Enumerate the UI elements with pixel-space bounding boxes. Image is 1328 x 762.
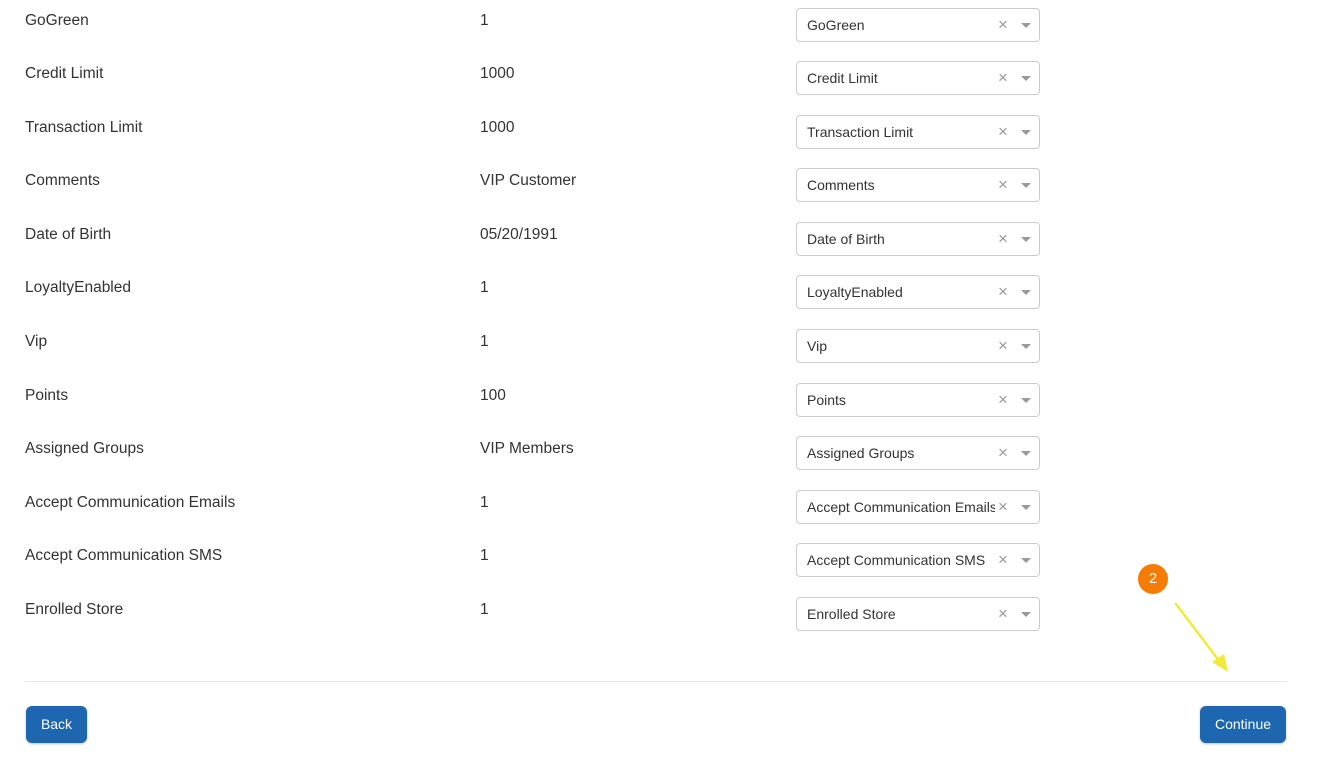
- caret-down-icon[interactable]: [1021, 237, 1031, 242]
- close-icon[interactable]: ×: [995, 116, 1011, 148]
- close-icon[interactable]: ×: [995, 384, 1011, 416]
- field-mapping-select[interactable]: Assigned Groups ×: [796, 436, 1040, 470]
- mapping-row: Accept Communication Emails 1 Accept Com…: [0, 490, 1328, 546]
- close-icon[interactable]: ×: [995, 491, 1011, 523]
- caret-down-icon[interactable]: [1021, 398, 1031, 403]
- caret-down-icon[interactable]: [1021, 451, 1031, 456]
- field-sample-value: 1: [480, 279, 489, 296]
- mapping-row: Accept Communication SMS 1 Accept Commun…: [0, 543, 1328, 599]
- select-value: GoGreen: [807, 17, 865, 33]
- select-value: Vip: [807, 338, 827, 354]
- close-icon[interactable]: ×: [995, 62, 1011, 94]
- field-name-label: Assigned Groups: [25, 440, 144, 457]
- close-icon[interactable]: ×: [995, 544, 1011, 576]
- close-icon[interactable]: ×: [995, 9, 1011, 41]
- field-mapping-select[interactable]: Points ×: [796, 383, 1040, 417]
- field-mapping-select[interactable]: GoGreen ×: [796, 8, 1040, 42]
- field-name-label: GoGreen: [25, 12, 89, 29]
- field-sample-value: 1000: [480, 65, 515, 82]
- caret-down-icon[interactable]: [1021, 76, 1031, 81]
- step-number-badge: 2: [1138, 564, 1168, 594]
- close-icon[interactable]: ×: [995, 330, 1011, 362]
- close-icon[interactable]: ×: [995, 276, 1011, 308]
- field-mapping-select[interactable]: Transaction Limit ×: [796, 115, 1040, 149]
- caret-down-icon[interactable]: [1021, 183, 1031, 188]
- caret-down-icon[interactable]: [1021, 612, 1031, 617]
- field-mapping-select[interactable]: Enrolled Store ×: [796, 597, 1040, 631]
- field-name-label: Credit Limit: [25, 65, 104, 82]
- field-name-label: Comments: [25, 172, 100, 189]
- caret-down-icon[interactable]: [1021, 344, 1031, 349]
- field-mapping-page: GoGreen 1 GoGreen × Credit Limit 1000 Cr…: [0, 0, 1328, 762]
- caret-down-icon[interactable]: [1021, 558, 1031, 563]
- mapping-row: Enrolled Store 1 Enrolled Store ×: [0, 597, 1328, 653]
- select-value: Date of Birth: [807, 231, 885, 247]
- select-value: Credit Limit: [807, 70, 878, 86]
- field-mapping-select[interactable]: Date of Birth ×: [796, 222, 1040, 256]
- close-icon[interactable]: ×: [995, 598, 1011, 630]
- field-name-label: Points: [25, 387, 69, 404]
- field-name-label: Date of Birth: [25, 226, 112, 243]
- caret-down-icon[interactable]: [1021, 130, 1031, 135]
- select-value: Points: [807, 392, 846, 408]
- field-sample-value: 1: [480, 601, 489, 618]
- mapping-row: Transaction Limit 1000 Transaction Limit…: [0, 115, 1328, 171]
- field-name-label: Vip: [25, 333, 48, 350]
- field-mapping-select[interactable]: Accept Communication Emails ×: [796, 490, 1040, 524]
- caret-down-icon[interactable]: [1021, 290, 1031, 295]
- field-sample-value: 1: [480, 494, 489, 511]
- select-value: Assigned Groups: [807, 445, 915, 461]
- mapping-row: Date of Birth 05/20/1991 Date of Birth ×: [0, 222, 1328, 278]
- close-icon[interactable]: ×: [995, 437, 1011, 469]
- field-sample-value: VIP Members: [480, 440, 574, 457]
- mapping-row: Comments VIP Customer Comments ×: [0, 168, 1328, 224]
- field-sample-value: 1: [480, 333, 489, 350]
- continue-button[interactable]: Continue: [1200, 706, 1286, 743]
- select-value: Accept Communication Emails: [807, 499, 995, 515]
- field-mapping-select[interactable]: Credit Limit ×: [796, 61, 1040, 95]
- select-value: Comments: [807, 177, 875, 193]
- field-mapping-select[interactable]: Vip ×: [796, 329, 1040, 363]
- field-sample-value: VIP Customer: [480, 172, 577, 189]
- field-name-label: LoyaltyEnabled: [25, 279, 131, 296]
- annotation-arrow-icon: [1174, 602, 1228, 672]
- mapping-row: Assigned Groups VIP Members Assigned Gro…: [0, 436, 1328, 492]
- mapping-row: LoyaltyEnabled 1 LoyaltyEnabled ×: [0, 275, 1328, 331]
- mapping-row: Vip 1 Vip ×: [0, 329, 1328, 385]
- field-name-label: Accept Communication SMS: [25, 547, 223, 564]
- field-sample-value: 05/20/1991: [480, 226, 558, 243]
- caret-down-icon[interactable]: [1021, 505, 1031, 510]
- select-value: LoyaltyEnabled: [807, 284, 903, 300]
- select-value: Accept Communication SMS: [807, 552, 986, 568]
- field-name-label: Transaction Limit: [25, 119, 143, 136]
- caret-down-icon[interactable]: [1021, 23, 1031, 28]
- field-sample-value: 1000: [480, 119, 515, 136]
- field-sample-value: 1: [480, 12, 489, 29]
- select-value: Transaction Limit: [807, 124, 914, 140]
- field-sample-value: 100: [480, 387, 506, 404]
- mapping-row: Credit Limit 1000 Credit Limit ×: [0, 61, 1328, 117]
- field-name-label: Accept Communication Emails: [25, 494, 236, 511]
- footer-divider: [25, 681, 1287, 682]
- close-icon[interactable]: ×: [995, 169, 1011, 201]
- field-mapping-select[interactable]: LoyaltyEnabled ×: [796, 275, 1040, 309]
- mapping-row: Points 100 Points ×: [0, 383, 1328, 439]
- field-sample-value: 1: [480, 547, 489, 564]
- field-name-label: Enrolled Store: [25, 601, 124, 618]
- field-mapping-select[interactable]: Comments ×: [796, 168, 1040, 202]
- close-icon[interactable]: ×: [995, 223, 1011, 255]
- back-button[interactable]: Back: [26, 706, 87, 743]
- select-value: Enrolled Store: [807, 606, 896, 622]
- mapping-row: GoGreen 1 GoGreen ×: [0, 8, 1328, 64]
- field-mapping-select[interactable]: Accept Communication SMS ×: [796, 543, 1040, 577]
